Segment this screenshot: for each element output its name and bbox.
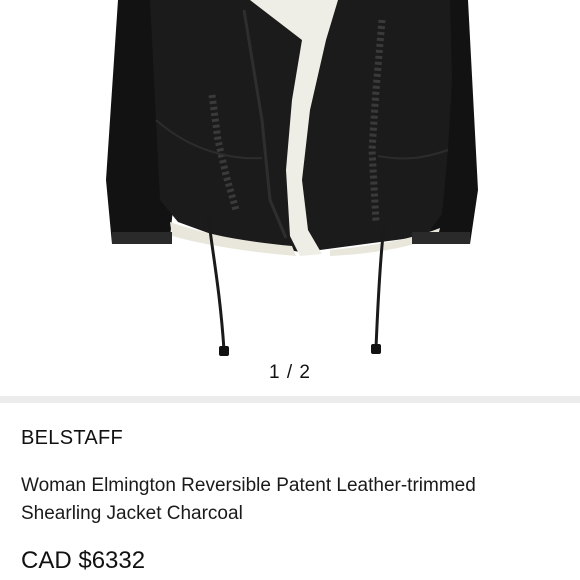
product-title: Woman Elmington Reversible Patent Leathe… xyxy=(21,475,476,524)
product-info: BELSTAFF Woman Elmington Reversible Pate… xyxy=(0,403,580,580)
brand-name[interactable]: BELSTAFF xyxy=(21,427,123,450)
product-image[interactable] xyxy=(0,0,580,360)
product-price: CAD $6332 xyxy=(21,547,146,574)
product-page: 1 / 2 BELSTAFF Woman Elmington Reversibl… xyxy=(0,0,580,580)
product-image-gallery[interactable]: 1 / 2 xyxy=(0,0,580,396)
section-divider xyxy=(0,396,580,403)
gallery-pager: 1 / 2 xyxy=(269,362,311,383)
